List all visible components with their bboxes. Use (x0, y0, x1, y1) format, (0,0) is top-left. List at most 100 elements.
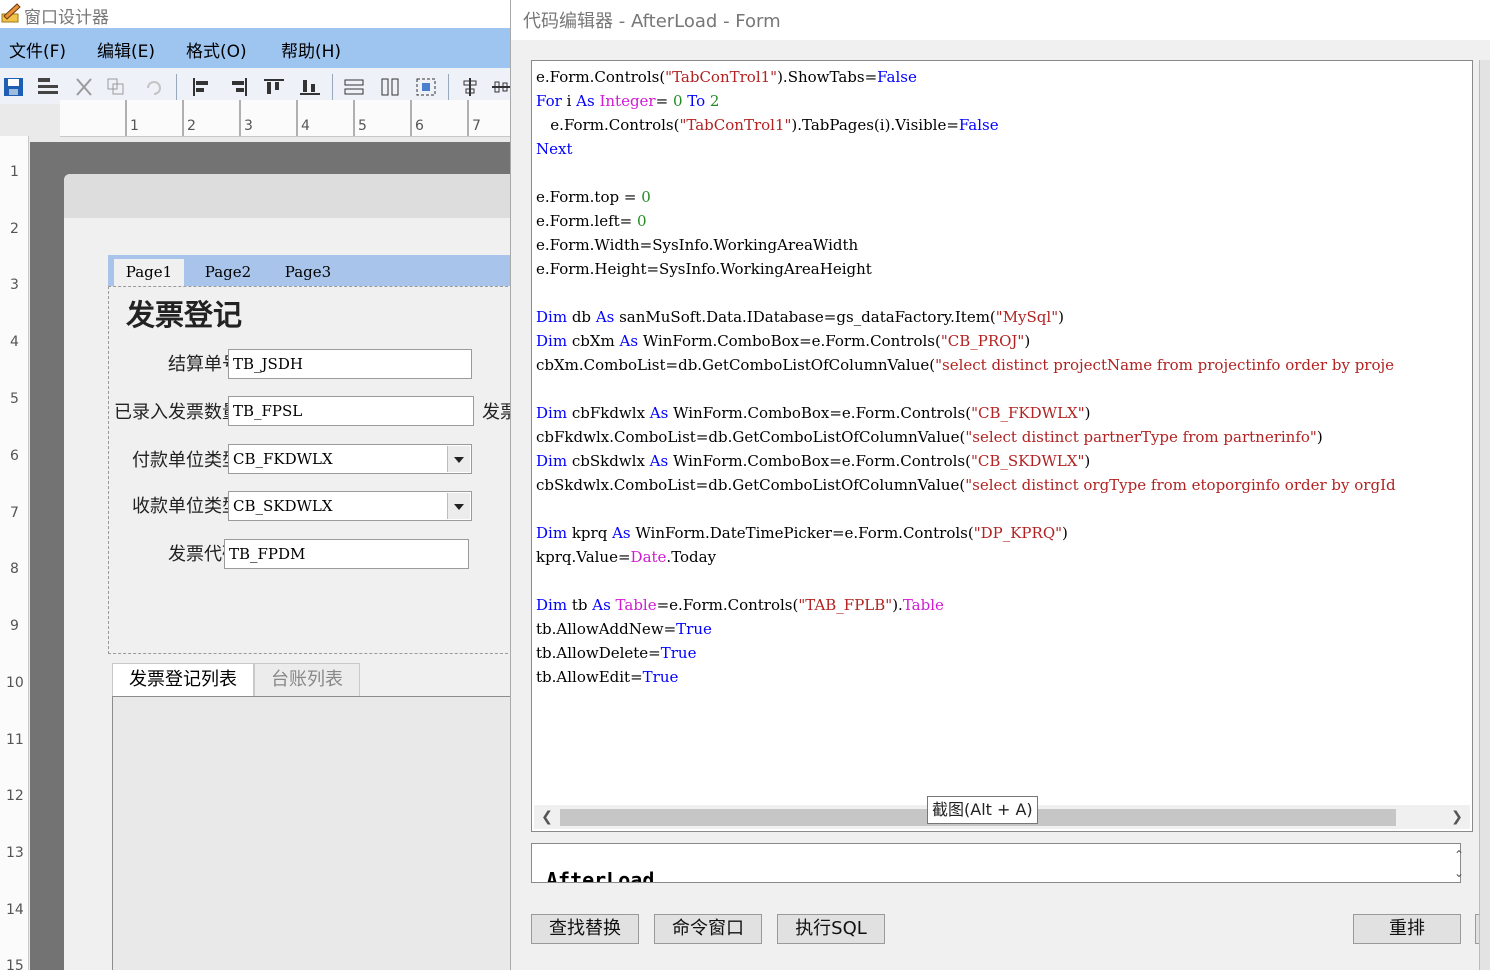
code-token: kprq.Value= (536, 548, 631, 566)
code-line[interactable]: tb.AllowDelete=True (536, 641, 696, 665)
code-token: Table (615, 596, 657, 614)
code-line[interactable]: Dim kprq As WinForm.DateTimePicker=e.For… (536, 521, 1068, 545)
code-line[interactable]: cbSkdwlx.ComboList=db.GetComboListOfColu… (536, 473, 1396, 497)
code-token: "TabConTrol1" (679, 116, 792, 134)
scroll-up-icon[interactable]: ⌃ (1452, 848, 1466, 862)
code-line[interactable]: e.Form.left= 0 (536, 209, 647, 233)
code-line[interactable]: cbXm.ComboList=db.GetComboListOfColumnVa… (536, 353, 1394, 377)
event-list-box[interactable]: AfterLoad (531, 843, 1461, 883)
code-line[interactable]: Dim cbSkdwlx As WinForm.ComboBox=e.Form.… (536, 449, 1090, 473)
chevron-down-icon[interactable] (447, 493, 470, 519)
tab-ledger-list[interactable]: 台账列表 (254, 663, 360, 696)
code-line[interactable]: Next (536, 137, 573, 161)
find-replace-button[interactable]: 查找替换 (531, 914, 639, 944)
textbox-fpsl[interactable]: TB_FPSL (228, 396, 474, 426)
tab-page1[interactable]: Page1 (114, 259, 184, 286)
designer-title: 窗口设计器 (24, 8, 109, 28)
menu-help[interactable]: 帮助(H) (281, 37, 341, 62)
align-top-icon[interactable] (262, 76, 286, 98)
editor-title-bar: 代码编辑器 - AfterLoad - Form (511, 0, 1490, 40)
combobox-fkdwlx[interactable]: CB_FKDWLX (228, 444, 472, 474)
code-token: Dim (536, 596, 568, 614)
same-height-icon[interactable] (378, 76, 402, 98)
align-bottom-icon[interactable] (298, 76, 322, 98)
code-line[interactable]: tb.AllowAddNew=True (536, 617, 712, 641)
field-label-truncated: 发票 (482, 402, 512, 423)
toolbar-separator (176, 74, 177, 100)
code-text-area[interactable]: e.Form.Controls("TabConTrol1").ShowTabs=… (534, 63, 1470, 803)
code-token: As (595, 308, 615, 326)
code-line[interactable]: cbFkdwlx.ComboList=db.GetComboListOfColu… (536, 425, 1323, 449)
save-icon[interactable] (2, 76, 26, 98)
scroll-right-icon[interactable]: ❯ (1448, 808, 1466, 826)
code-token: Dim (536, 332, 568, 350)
code-line[interactable]: e.Form.top = 0 (536, 185, 651, 209)
code-token: False (877, 68, 917, 86)
code-line[interactable]: Dim cbFkdwlx As WinForm.ComboBox=e.Form.… (536, 401, 1090, 425)
code-line[interactable]: tb.AllowEdit=True (536, 665, 678, 689)
menu-format[interactable]: 格式(O) (186, 37, 247, 62)
code-line[interactable]: Dim tb As Table=e.Form.Controls("TAB_FPL… (536, 593, 944, 617)
code-line[interactable]: e.Form.Controls("TabConTrol1").ShowTabs=… (536, 65, 917, 89)
scroll-down-icon[interactable]: ⌄ (1452, 866, 1466, 880)
code-token: As (576, 92, 595, 110)
code-token: As (649, 404, 669, 422)
tab-page2[interactable]: Page2 (194, 259, 262, 286)
menu-file[interactable]: 文件(F) (9, 37, 66, 62)
code-token: ) (1058, 308, 1064, 326)
center-vertical-icon[interactable] (458, 76, 482, 98)
tab-invoice-list[interactable]: 发票登记列表 (112, 663, 254, 696)
combobox-skdwlx[interactable]: CB_SKDWLX (228, 491, 472, 521)
code-token: To (687, 92, 706, 110)
code-line[interactable]: e.Form.Height=SysInfo.WorkingAreaHeight (536, 257, 872, 281)
properties-icon[interactable] (36, 76, 60, 98)
designed-form[interactable]: Page1 Page2 Page3 发票登记 结算单号 TB_JSDH 已录入发… (64, 174, 512, 970)
code-token: "select distinct partnerType from partne… (965, 428, 1317, 446)
event-name: AfterLoad (546, 868, 655, 883)
code-token: ) (1316, 428, 1323, 446)
scroll-left-icon[interactable]: ❮ (538, 808, 556, 826)
ruler-label: 6 (415, 118, 424, 134)
ruler-label: 3 (10, 277, 19, 293)
code-token: e.Form.Controls( (536, 68, 666, 86)
code-token: As (612, 524, 631, 542)
textbox-jsdh[interactable]: TB_JSDH (228, 349, 472, 379)
code-token: e.Form.Controls( (536, 116, 680, 134)
rearrange-button[interactable]: 重排 (1353, 914, 1461, 944)
code-line[interactable]: e.Form.Width=SysInfo.WorkingAreaWidth (536, 233, 858, 257)
command-window-button[interactable]: 命令窗口 (654, 914, 762, 944)
code-line[interactable]: Dim db As sanMuSoft.Data.IDatabase=gs_da… (536, 305, 1064, 329)
same-width-icon[interactable] (342, 76, 366, 98)
code-token: "TabConTrol1" (665, 68, 778, 86)
undo-icon[interactable] (142, 76, 166, 98)
code-line[interactable]: kprq.Value=Date.Today (536, 545, 716, 569)
align-right-icon[interactable] (226, 76, 250, 98)
code-token: As (649, 452, 669, 470)
form-tab-strip: Page1 Page2 Page3 (108, 255, 512, 286)
run-sql-button[interactable]: 执行SQL (777, 914, 885, 944)
textbox-fpdm[interactable]: TB_FPDM (224, 539, 469, 569)
ruler-ticks (125, 100, 469, 136)
center-horizontal-icon[interactable] (490, 76, 512, 98)
design-canvas: Page1 Page2 Page3 发票登记 结算单号 TB_JSDH 已录入发… (30, 142, 512, 970)
menu-edit[interactable]: 编辑(E) (97, 37, 155, 62)
code-line[interactable]: For i As Integer= 0 To 2 (536, 89, 719, 113)
ruler-label: 13 (6, 845, 24, 861)
code-token: 0 (641, 188, 651, 206)
code-line[interactable]: e.Form.Controls("TabConTrol1").TabPages(… (536, 113, 998, 137)
chevron-down-icon[interactable] (447, 446, 470, 472)
list-tab-strip: 发票登记列表 台账列表 (108, 661, 512, 697)
event-list-scrollbar[interactable]: ⌃ ⌄ (1449, 846, 1469, 882)
tab-page3[interactable]: Page3 (274, 259, 342, 286)
ruler-label: 3 (244, 118, 253, 134)
cut-icon[interactable] (72, 76, 96, 98)
code-token: WinForm.ComboBox=e.Form.Controls( (638, 332, 941, 350)
copy-icon[interactable] (104, 76, 128, 98)
code-token: e.Form.left= (536, 212, 638, 230)
code-line[interactable]: Dim cbXm As WinForm.ComboBox=e.Form.Cont… (536, 329, 1030, 353)
invoice-grid[interactable] (112, 696, 512, 970)
code-token: "TAB_FPLB" (798, 596, 893, 614)
code-token: ).ShowTabs= (777, 68, 878, 86)
align-left-icon[interactable] (190, 76, 214, 98)
same-size-icon[interactable] (414, 76, 438, 98)
